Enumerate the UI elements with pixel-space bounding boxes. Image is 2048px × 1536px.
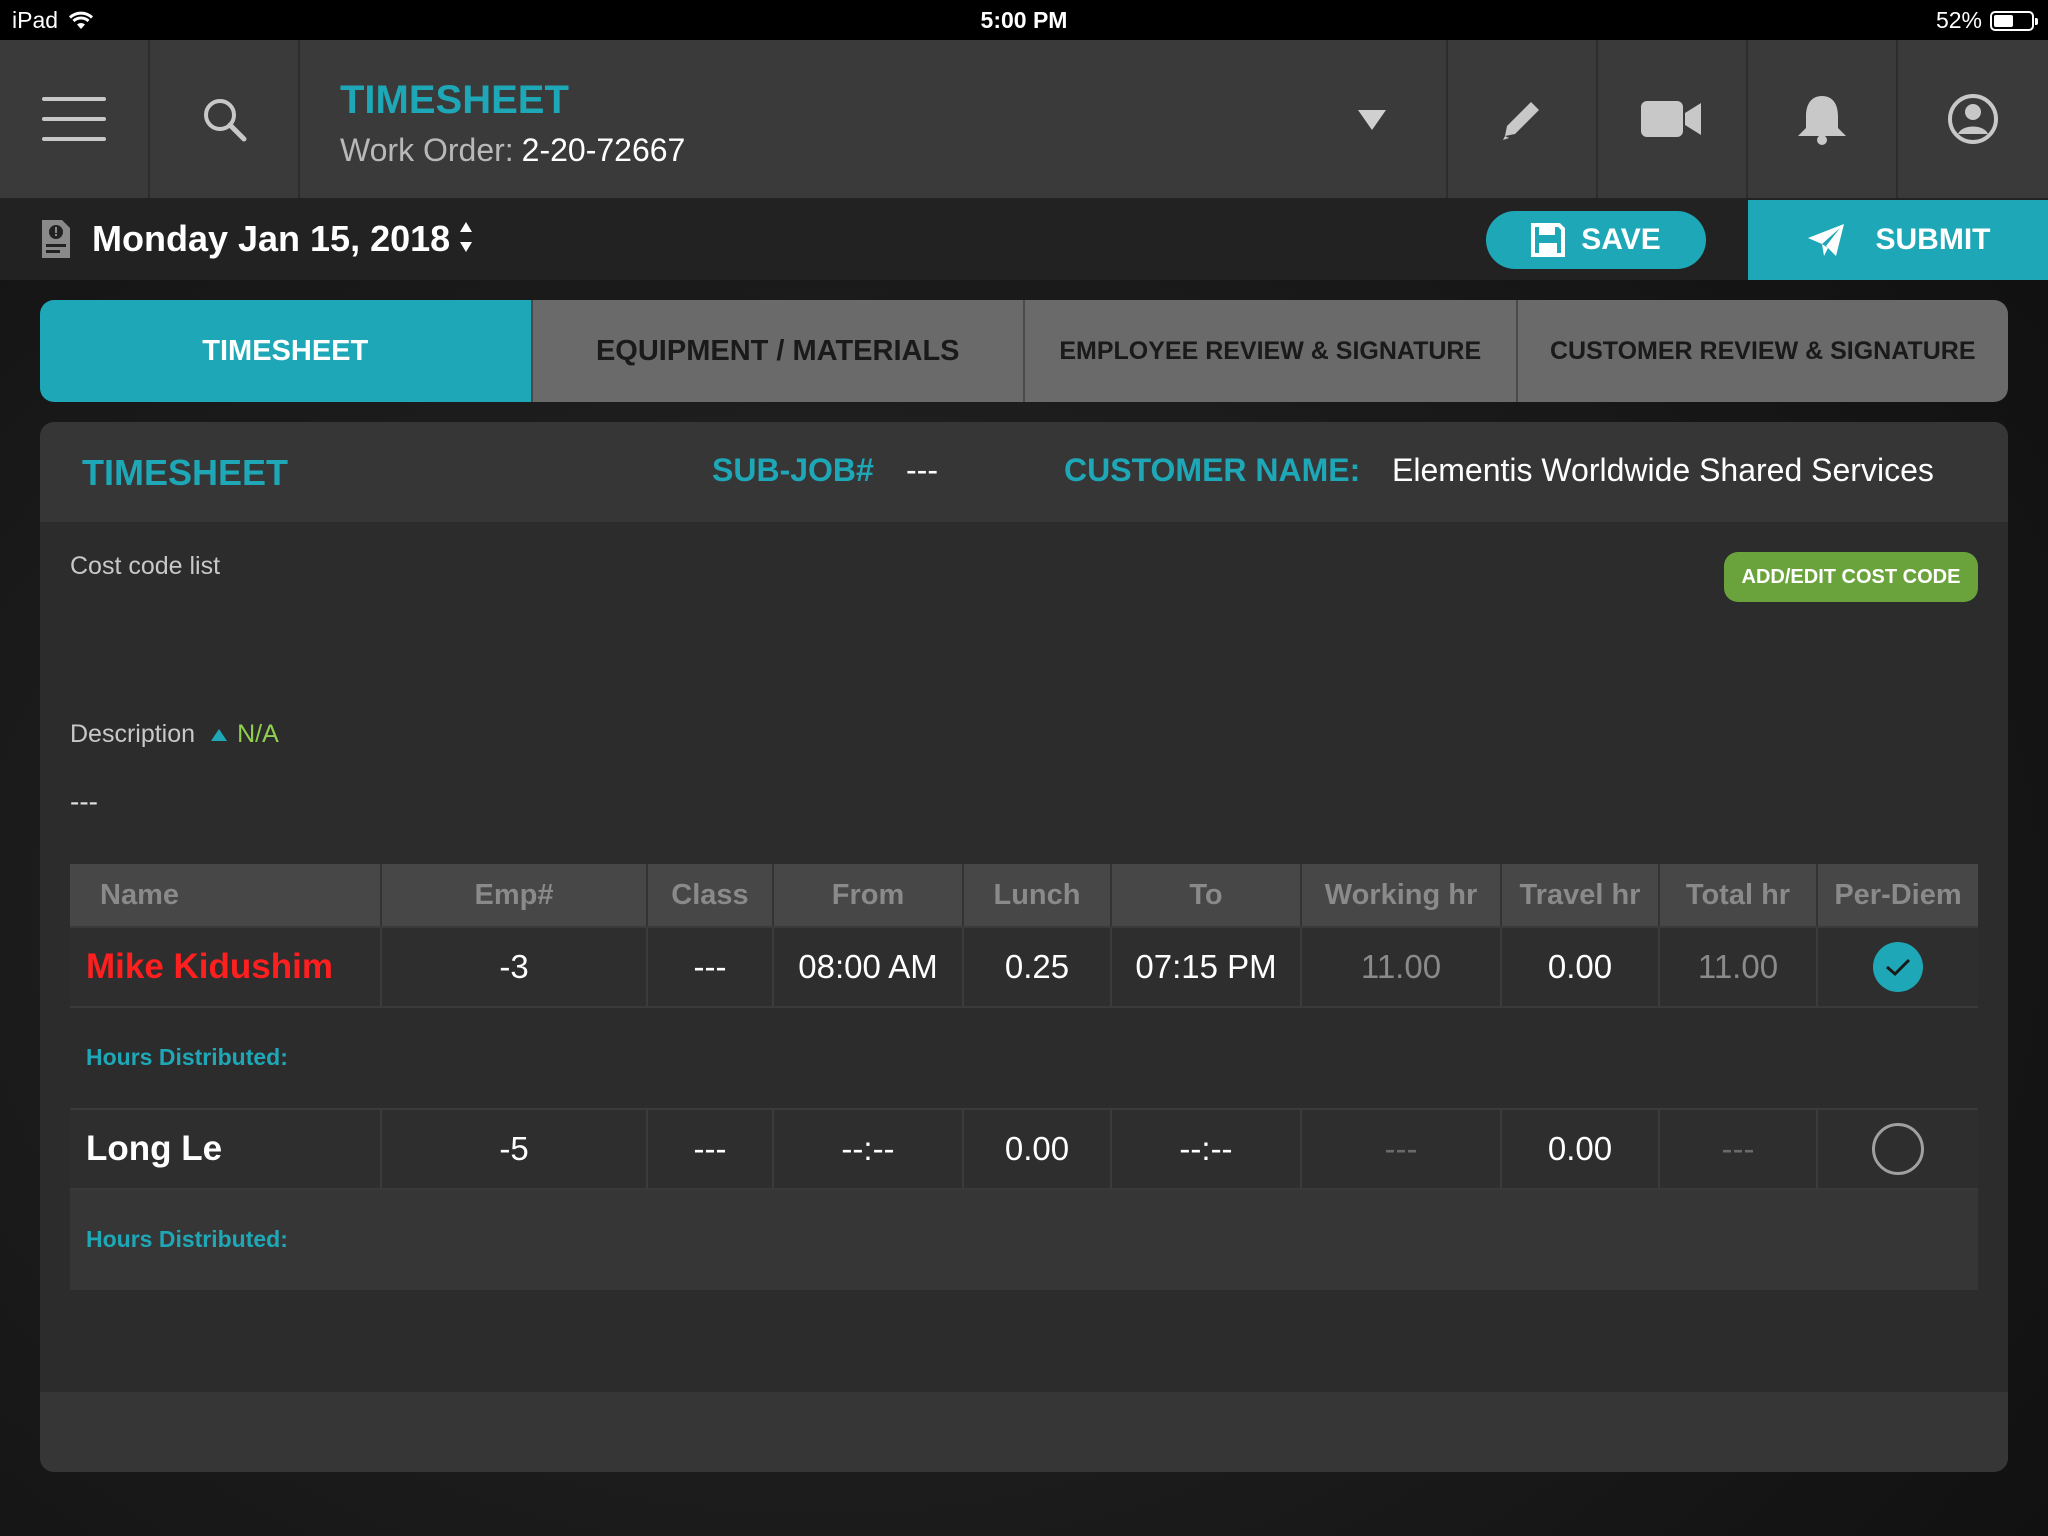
sort-arrows-icon[interactable] xyxy=(458,220,474,254)
working-hours: --- xyxy=(1302,1110,1502,1188)
column-header-emp: Emp# xyxy=(382,864,648,926)
date-bar: Monday Jan 15, 2018 SAVE SUBMIT xyxy=(0,198,2048,280)
description-label: Description xyxy=(70,720,196,748)
menu-icon xyxy=(42,97,106,141)
save-button[interactable]: SAVE xyxy=(1486,211,1706,269)
travel-hours[interactable]: 0.00 xyxy=(1502,1110,1660,1188)
working-hours: 11.00 xyxy=(1302,928,1502,1006)
floppy-disk-icon xyxy=(1531,223,1566,257)
status-time: 5:00 PM xyxy=(980,7,1068,33)
employee-number: -3 xyxy=(382,928,648,1006)
description-status[interactable]: N/A xyxy=(237,720,279,749)
subjob-label: SUB-JOB# xyxy=(712,452,874,488)
column-header-total-hr: Total hr xyxy=(1660,864,1818,926)
edit-button[interactable] xyxy=(1448,40,1598,198)
date-selector[interactable]: Monday Jan 15, 2018 xyxy=(92,218,450,260)
tab-customer-review[interactable]: CUSTOMER REVIEW & SIGNATURE xyxy=(1517,300,2008,402)
column-header-per-diem: Per-Diem xyxy=(1834,878,1962,911)
search-icon xyxy=(204,99,247,142)
from-time[interactable]: --:-- xyxy=(774,1110,964,1188)
panel-footer xyxy=(40,1392,2008,1472)
column-header-working-hr: Working hr xyxy=(1302,864,1502,926)
customer-name-label: CUSTOMER NAME: xyxy=(1064,452,1361,488)
employee-name[interactable]: Mike Kidushim xyxy=(70,928,382,1006)
cost-code-list-label: Cost code list xyxy=(70,552,221,580)
column-header-lunch: Lunch xyxy=(964,864,1112,926)
video-icon xyxy=(1641,101,1701,137)
column-header-class: Class xyxy=(648,864,774,926)
page-title: TIMESHEET xyxy=(340,78,569,122)
column-header-name: Name xyxy=(70,864,382,926)
column-header-travel-hr: Travel hr xyxy=(1502,864,1660,926)
per-diem-checkbox-unchecked[interactable] xyxy=(1872,1123,1924,1175)
employee-number: -5 xyxy=(382,1110,648,1188)
title-block[interactable]: TIMESHEET Work Order: 2-20-72667 xyxy=(300,40,1448,198)
employee-name[interactable]: Long Le xyxy=(70,1110,382,1188)
status-bar: iPad 5:00 PM 52% xyxy=(0,0,2048,40)
search-button[interactable] xyxy=(150,40,300,198)
paper-plane-icon xyxy=(1807,224,1844,256)
employee-class[interactable]: --- xyxy=(648,1110,774,1188)
to-time[interactable]: 07:15 PM xyxy=(1112,928,1302,1006)
top-nav: TIMESHEET Work Order: 2-20-72667 xyxy=(0,40,2048,198)
work-order-value: 2-20-72667 xyxy=(521,132,686,168)
battery-percent: 52% xyxy=(1935,7,1982,33)
lunch-hours[interactable]: 0.25 xyxy=(964,928,1112,1006)
chevron-down-icon[interactable] xyxy=(1358,110,1386,130)
hours-distributed-label: Hours Distributed: xyxy=(86,1226,288,1252)
pencil-icon xyxy=(1503,102,1539,140)
timesheet-table: Name Emp# Class From Lunch To Working hr… xyxy=(70,864,1978,1290)
save-button-label: SAVE xyxy=(1581,223,1661,256)
from-time[interactable]: 08:00 AM xyxy=(774,928,964,1006)
tab-bar: TIMESHEET EQUIPMENT / MATERIALS EMPLOYEE… xyxy=(40,300,2008,402)
hours-distributed-row: Hours Distributed: xyxy=(70,1190,1978,1290)
per-diem-cell xyxy=(1818,928,1978,1006)
profile-button[interactable] xyxy=(1898,40,2048,198)
travel-hours[interactable]: 0.00 xyxy=(1502,928,1660,1006)
submit-button[interactable]: SUBMIT xyxy=(1748,200,2048,280)
menu-button[interactable] xyxy=(0,40,150,198)
table-header: Name Emp# Class From Lunch To Working hr… xyxy=(70,864,1978,926)
total-hours: 11.00 xyxy=(1660,928,1818,1006)
timesheet-panel: TIMESHEET SUB-JOB# --- CUSTOMER NAME: El… xyxy=(40,422,2008,1472)
user-icon xyxy=(1948,94,1998,144)
checkmark-icon xyxy=(1886,958,1911,977)
work-order-label: Work Order: xyxy=(340,132,514,168)
document-alert-icon xyxy=(42,220,70,258)
per-diem-checkbox-checked[interactable] xyxy=(1873,942,1923,992)
panel-header: TIMESHEET SUB-JOB# --- CUSTOMER NAME: El… xyxy=(40,422,2008,522)
work-order: Work Order: 2-20-72667 xyxy=(340,132,685,169)
bell-icon xyxy=(1798,96,1846,145)
employee-class[interactable]: --- xyxy=(648,928,774,1006)
notifications-button[interactable] xyxy=(1748,40,1898,198)
per-diem-cell xyxy=(1818,1110,1978,1188)
tab-timesheet[interactable]: TIMESHEET xyxy=(40,300,533,402)
subjob-value: --- xyxy=(906,452,938,488)
description-value: --- xyxy=(70,786,98,817)
triangle-up-icon[interactable] xyxy=(211,728,228,741)
tab-employee-review[interactable]: EMPLOYEE REVIEW & SIGNATURE xyxy=(1025,300,1518,402)
lunch-hours[interactable]: 0.00 xyxy=(964,1110,1112,1188)
panel-title: TIMESHEET xyxy=(82,452,289,493)
table-row[interactable]: Long Le -5 --- --:-- 0.00 --:-- --- 0.00… xyxy=(70,1108,1978,1190)
column-header-from: From xyxy=(774,864,964,926)
video-button[interactable] xyxy=(1598,40,1748,198)
column-header-to: To xyxy=(1112,864,1302,926)
tab-equipment-materials[interactable]: EQUIPMENT / MATERIALS xyxy=(532,300,1025,402)
table-row[interactable]: Mike Kidushim -3 --- 08:00 AM 0.25 07:15… xyxy=(70,926,1978,1008)
hours-distributed-row: Hours Distributed: xyxy=(70,1008,1978,1108)
customer-name-value: Elementis Worldwide Shared Services xyxy=(1392,452,1934,488)
battery-icon xyxy=(1990,10,2038,31)
status-right: 52% xyxy=(1935,7,2038,34)
hours-distributed-label: Hours Distributed: xyxy=(86,1044,288,1070)
add-edit-cost-code-button[interactable]: ADD/EDIT COST CODE xyxy=(1724,552,1978,602)
to-time[interactable]: --:-- xyxy=(1112,1110,1302,1188)
total-hours: --- xyxy=(1660,1110,1818,1188)
description-row: Description N/A xyxy=(70,720,279,749)
submit-button-label: SUBMIT xyxy=(1875,223,1991,256)
